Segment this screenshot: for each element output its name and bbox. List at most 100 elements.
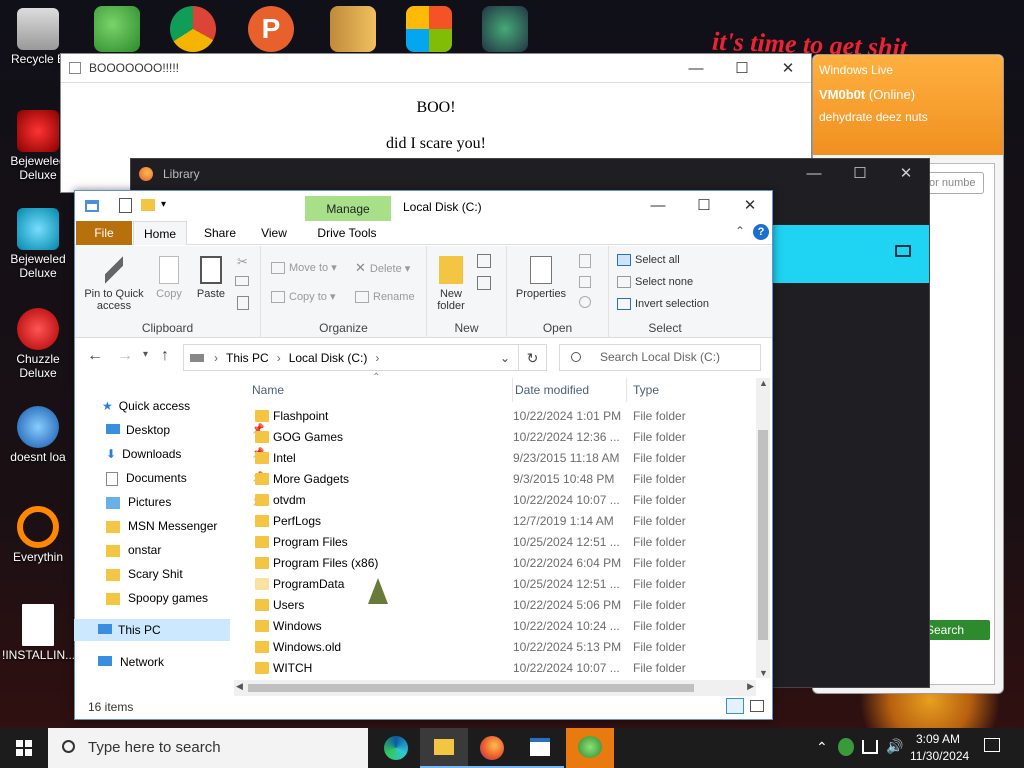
rename-button[interactable]: Rename bbox=[355, 291, 415, 304]
collapse-ribbon-icon[interactable]: ⌃ bbox=[735, 224, 745, 238]
column-header-date[interactable]: Date modified bbox=[512, 378, 626, 402]
tab-file[interactable]: File bbox=[76, 221, 132, 245]
scroll-right-icon[interactable]: ▶ bbox=[747, 681, 754, 692]
column-header-type[interactable]: Type bbox=[626, 378, 746, 402]
select-all-button[interactable]: Select all bbox=[617, 254, 680, 267]
paste-shortcut-icon[interactable] bbox=[237, 296, 249, 310]
up-icon[interactable]: ↑ bbox=[161, 347, 169, 365]
table-row[interactable]: PerfLogs 12/7/2019 1:14 AM File folder bbox=[250, 511, 756, 532]
move-to-button[interactable]: Move to ▾ bbox=[271, 262, 337, 275]
nav-downloads[interactable]: ⬇Downloads📌 bbox=[106, 443, 264, 465]
start-button[interactable] bbox=[0, 728, 48, 768]
tab-drive-tools[interactable]: Drive Tools bbox=[307, 221, 387, 245]
invert-selection-button[interactable]: Invert selection bbox=[617, 298, 709, 311]
nav-documents[interactable]: Documents📌 bbox=[106, 467, 264, 489]
file-explorer-taskbar-icon[interactable] bbox=[420, 728, 468, 768]
show-hidden-icons[interactable]: ⌃ bbox=[816, 739, 828, 756]
taskbar-search-input[interactable]: Type here to search bbox=[48, 728, 368, 768]
firefox-taskbar-icon[interactable] bbox=[468, 728, 516, 768]
notification-icon[interactable] bbox=[984, 738, 1000, 752]
table-row[interactable]: Users 10/22/2024 5:06 PM File folder bbox=[250, 595, 756, 616]
maximize-button[interactable]: ☐ bbox=[719, 54, 765, 83]
table-row[interactable]: otvdm 10/22/2024 10:07 ... File folder bbox=[250, 490, 756, 511]
table-row[interactable]: Windows.old 10/22/2024 5:13 PM File folder bbox=[250, 637, 756, 658]
close-button[interactable]: ✕ bbox=[765, 54, 811, 83]
msn-display-name[interactable]: VM0b0t (Online) bbox=[819, 87, 997, 102]
network-tray-icon[interactable] bbox=[862, 740, 878, 754]
easy-access-icon[interactable] bbox=[477, 276, 491, 290]
new-folder-qat-icon[interactable] bbox=[141, 199, 155, 211]
volume-icon[interactable]: 🔊 bbox=[886, 738, 903, 755]
windows-security-desktop-icon[interactable] bbox=[406, 6, 452, 52]
tab-view[interactable]: View bbox=[249, 221, 299, 245]
quick-access-toolbar-icon[interactable] bbox=[85, 200, 99, 212]
folder-outline-icon[interactable] bbox=[895, 245, 911, 257]
pango-desktop-icon[interactable]: P bbox=[248, 6, 294, 52]
address-bar[interactable]: › This PC › Local Disk (C:) › ⌄ bbox=[183, 344, 519, 371]
edge-taskbar-icon[interactable] bbox=[372, 728, 420, 768]
thunderbird-desktop-icon[interactable]: doesnt loa bbox=[2, 406, 74, 464]
table-row[interactable]: More Gadgets 9/3/2015 10:48 PM File folder bbox=[250, 469, 756, 490]
clock-time[interactable]: 3:09 AM bbox=[916, 732, 960, 746]
msn-personal-message[interactable]: dehydrate deez nuts bbox=[819, 110, 997, 124]
horizontal-scrollbar[interactable]: ◀ ▶ bbox=[234, 680, 756, 696]
msn-messenger-desktop-icon[interactable] bbox=[94, 6, 140, 52]
table-row[interactable]: Intel 9/23/2015 11:18 AM File folder bbox=[250, 448, 756, 469]
minimize-button[interactable]: — bbox=[673, 54, 719, 83]
paste-button[interactable]: Paste bbox=[193, 256, 229, 300]
chrome-desktop-icon[interactable] bbox=[170, 6, 216, 52]
refresh-button[interactable]: ↻ bbox=[519, 344, 547, 371]
new-item-icon[interactable] bbox=[477, 254, 491, 268]
properties-qat-icon[interactable] bbox=[119, 198, 132, 213]
help-icon[interactable]: ? bbox=[753, 224, 769, 240]
msn-messenger-taskbar-icon[interactable] bbox=[566, 728, 614, 768]
msn-tray-icon[interactable] bbox=[838, 738, 854, 756]
history-icon[interactable] bbox=[579, 296, 591, 308]
table-row[interactable]: Program Files (x86) 10/22/2024 6:04 PM Fil… bbox=[250, 553, 756, 574]
tab-home[interactable]: Home bbox=[133, 221, 187, 245]
app-window-taskbar-icon[interactable] bbox=[516, 728, 564, 768]
scroll-left-icon[interactable]: ◀ bbox=[236, 681, 243, 692]
qat-dropdown-icon[interactable]: ▾ bbox=[161, 199, 166, 210]
explorer-titlebar[interactable]: ▾ Manage Local Disk (C:) — ☐ ✕ bbox=[75, 191, 772, 224]
maximize-button[interactable]: ☐ bbox=[681, 191, 727, 220]
clock-date[interactable]: 11/30/2024 bbox=[910, 749, 969, 763]
nav-desktop[interactable]: Desktop 📌 bbox=[106, 419, 264, 441]
scroll-up-icon[interactable]: ▲ bbox=[759, 378, 768, 388]
cut-icon[interactable]: ✂ bbox=[237, 254, 248, 270]
bejeweled-desktop-icon[interactable]: Bejeweled Deluxe bbox=[2, 208, 74, 280]
horizontal-scroll-thumb[interactable] bbox=[248, 684, 694, 692]
table-row[interactable]: Windows 10/22/2024 10:24 ... File folder bbox=[250, 616, 756, 637]
door-desktop-icon[interactable] bbox=[330, 6, 376, 52]
copy-path-icon[interactable] bbox=[235, 276, 249, 286]
scroll-down-icon[interactable]: ▼ bbox=[759, 668, 768, 678]
breadcrumb-this-pc[interactable]: This PC bbox=[226, 351, 269, 365]
vertical-scrollbar[interactable]: ▲ ▼ bbox=[756, 378, 770, 678]
installing-desktop-icon[interactable]: !INSTALLIN... bbox=[2, 604, 74, 662]
select-none-button[interactable]: Select none bbox=[617, 276, 693, 289]
recent-locations-icon[interactable]: ▾ bbox=[143, 349, 148, 360]
search-input[interactable]: Search Local Disk (C:) bbox=[559, 344, 761, 371]
table-row[interactable]: Flashpoint 10/22/2024 1:01 PM File folder bbox=[250, 406, 756, 427]
new-folder-button[interactable]: New folder bbox=[431, 256, 471, 312]
table-row[interactable]: WITCH 10/22/2024 10:07 ... File folder bbox=[250, 658, 756, 679]
game-character-desktop-icon[interactable] bbox=[482, 6, 528, 52]
nav-msn-messenger[interactable]: MSN Messenger bbox=[106, 515, 217, 537]
pin-quick-access-button[interactable]: Pin to Quick access bbox=[81, 256, 147, 312]
tab-share[interactable]: Share bbox=[193, 221, 247, 245]
tab-manage[interactable]: Manage bbox=[305, 196, 391, 224]
delete-button[interactable]: ✕ Delete ▾ bbox=[355, 261, 410, 275]
minimize-button[interactable]: — bbox=[791, 159, 837, 188]
breadcrumb-local-disk[interactable]: Local Disk (C:) bbox=[289, 351, 368, 365]
msn-search-button[interactable]: Search bbox=[920, 620, 990, 640]
table-row[interactable]: Program Files 10/25/2024 12:51 ... File fo… bbox=[250, 532, 756, 553]
nav-scary-shit[interactable]: Scary Shit bbox=[106, 563, 183, 585]
open-icon[interactable] bbox=[579, 254, 591, 268]
minimize-button[interactable]: — bbox=[635, 191, 681, 220]
msn-search-input[interactable]: or numbe bbox=[924, 172, 984, 194]
everything-desktop-icon[interactable]: Everythin bbox=[2, 506, 74, 564]
nav-onstar[interactable]: onstar bbox=[106, 539, 161, 561]
nav-spoopy-games[interactable]: Spoopy games bbox=[106, 587, 208, 609]
copy-to-button[interactable]: Copy to ▾ bbox=[271, 291, 336, 304]
table-row[interactable]: ProgramData 10/25/2024 12:51 ... File fold… bbox=[250, 574, 756, 595]
